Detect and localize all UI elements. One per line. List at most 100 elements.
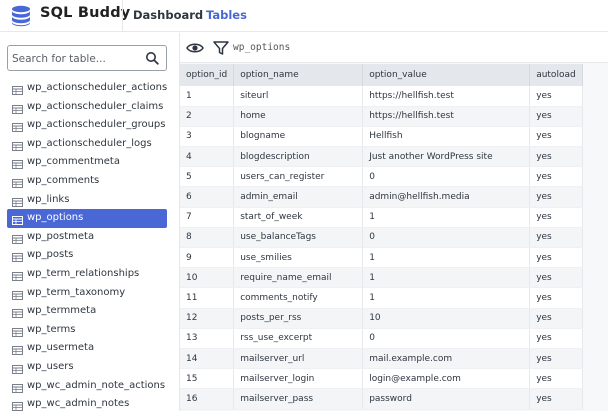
sidebar-table-label: wp_wc_admin_note_actions bbox=[27, 379, 166, 391]
sidebar-table-item[interactable]: wp_wc_admin_notes bbox=[7, 395, 167, 411]
table-row[interactable]: 5 users_can_register 0 yes bbox=[180, 166, 583, 188]
table-search-input[interactable] bbox=[12, 50, 140, 68]
sidebar-table-label: wp_comments bbox=[27, 174, 100, 186]
table-row[interactable]: 10 require_name_email 1 yes bbox=[180, 267, 583, 289]
sidebar-table-item[interactable]: wp_postmeta bbox=[7, 228, 167, 247]
table-cell: blogname bbox=[233, 126, 364, 148]
table-cell: yes bbox=[529, 388, 583, 410]
table-row[interactable]: 15 mailserver_login login@example.com yes bbox=[180, 368, 583, 390]
table-icon bbox=[12, 103, 23, 114]
table-browser: wp_options option_id option_name option_va… bbox=[180, 33, 608, 411]
sidebar-table-item[interactable]: wp_wc_admin_note_actions bbox=[7, 377, 167, 396]
table-icon bbox=[12, 251, 23, 263]
table-icon bbox=[12, 400, 23, 411]
table-icon bbox=[12, 270, 23, 281]
table-icon bbox=[12, 140, 23, 151]
table-cell: mailserver_pass bbox=[233, 388, 364, 410]
table-row[interactable]: 13 rss_use_excerpt 0 yes bbox=[180, 328, 583, 349]
sidebar-table-item[interactable]: wp_users bbox=[7, 358, 167, 377]
table-cell: https://hellfish.test bbox=[362, 106, 531, 127]
table-icon bbox=[12, 233, 23, 244]
database-icon bbox=[12, 5, 30, 27]
eye-icon[interactable] bbox=[184, 38, 206, 58]
search-icon[interactable] bbox=[145, 51, 159, 65]
sidebar-table-item[interactable]: wp_terms bbox=[7, 321, 167, 340]
sidebar-table-item[interactable]: wp_options bbox=[7, 209, 167, 228]
table-cell: Just another WordPress site bbox=[362, 146, 531, 168]
table-cell: 12 bbox=[180, 308, 235, 329]
table-icon bbox=[12, 344, 23, 356]
column-header[interactable]: option_name bbox=[233, 64, 364, 86]
sidebar-table-label: wp_users bbox=[27, 360, 74, 372]
nav-tab-tables[interactable]: Tables bbox=[206, 0, 247, 32]
table-cell: 2 bbox=[180, 106, 235, 127]
sidebar-table-label: wp_actionscheduler_claims bbox=[27, 100, 164, 112]
table-cell: users_can_register bbox=[233, 166, 364, 188]
table-row[interactable]: 14 mailserver_url mail.example.com yes bbox=[180, 348, 583, 370]
table-row[interactable]: 2 home https://hellfish.test yes bbox=[180, 106, 583, 127]
grid-body: 1 siteurl https://hellfish.test yes 2 home htt… bbox=[180, 86, 583, 410]
table-row[interactable]: 16 mailserver_pass password yes bbox=[180, 388, 583, 410]
table-row[interactable]: 11 comments_notify 1 yes bbox=[180, 287, 583, 309]
column-header[interactable]: option_value bbox=[362, 64, 531, 86]
sidebar-table-item[interactable]: wp_comments bbox=[7, 172, 167, 191]
table-cell: admin@hellfish.media bbox=[362, 186, 531, 208]
table-row[interactable]: 4 blogdescription Just another WordPress s… bbox=[180, 146, 583, 168]
table-cell: https://hellfish.test bbox=[362, 86, 531, 107]
table-cell: use_balanceTags bbox=[233, 227, 364, 249]
sidebar-table-label: wp_wc_admin_notes bbox=[27, 398, 130, 410]
table-cell: 0 bbox=[362, 227, 531, 249]
table-cell: admin_email bbox=[233, 186, 364, 208]
table-row[interactable]: 1 siteurl https://hellfish.test yes bbox=[180, 86, 583, 107]
table-row[interactable]: 8 use_balanceTags 0 yes bbox=[180, 227, 583, 249]
sidebar-table-item[interactable]: wp_commentmeta bbox=[7, 153, 167, 172]
table-row[interactable]: 12 posts_per_rss 10 yes bbox=[180, 308, 583, 329]
table-icon bbox=[12, 84, 23, 95]
table-cell: yes bbox=[529, 348, 583, 370]
table-icon bbox=[12, 177, 23, 188]
table-cell: yes bbox=[529, 186, 583, 208]
app-header: SQL Buddy Dashboard Tables bbox=[0, 0, 608, 32]
sidebar-table-item[interactable]: wp_term_taxonomy bbox=[7, 284, 167, 303]
table-cell: 9 bbox=[180, 247, 235, 269]
sidebar-table-item[interactable]: wp_term_relationships bbox=[7, 265, 167, 284]
table-icon bbox=[12, 289, 23, 300]
column-header[interactable]: option_id bbox=[180, 64, 235, 86]
sidebar-table-item[interactable]: wp_posts bbox=[7, 246, 167, 265]
sidebar-table-label: wp_options bbox=[27, 212, 84, 224]
column-header[interactable]: autoload bbox=[529, 64, 583, 86]
sidebar-table-item[interactable]: wp_actionscheduler_logs bbox=[7, 135, 167, 154]
table-cell: 1 bbox=[180, 86, 235, 107]
table-cell: 14 bbox=[180, 348, 235, 370]
table-cell: password bbox=[362, 388, 531, 410]
table-cell: siteurl bbox=[233, 86, 364, 107]
table-row[interactable]: 7 start_of_week 1 yes bbox=[180, 207, 583, 228]
table-cell: yes bbox=[529, 146, 583, 168]
table-icon bbox=[12, 121, 23, 133]
sidebar-table-item[interactable]: wp_actionscheduler_groups bbox=[7, 116, 167, 135]
sidebar-table-item[interactable]: wp_links bbox=[7, 191, 167, 210]
sidebar-table-label: wp_actionscheduler_actions bbox=[27, 82, 168, 93]
sidebar-table-item[interactable]: wp_usermeta bbox=[7, 339, 167, 358]
table-cell: 16 bbox=[180, 388, 235, 410]
table-toolbar: wp_options bbox=[180, 33, 608, 63]
table-row[interactable]: 9 use_smilies 1 yes bbox=[180, 247, 583, 269]
filter-icon[interactable] bbox=[210, 38, 232, 58]
table-search bbox=[7, 45, 167, 71]
table-row[interactable]: 6 admin_email admin@hellfish.media yes bbox=[180, 186, 583, 208]
table-icon bbox=[12, 363, 23, 374]
grid-header-row: option_id option_name option_value autoload bbox=[180, 64, 583, 86]
table-row[interactable]: 3 blogname Hellfish yes bbox=[180, 126, 583, 148]
sidebar-table-label: wp_terms bbox=[27, 323, 76, 335]
table-cell: mail.example.com bbox=[362, 348, 531, 370]
current-table-name: wp_options bbox=[233, 42, 291, 53]
data-grid: option_id option_name option_value autoload… bbox=[180, 64, 583, 410]
sidebar-table-item[interactable]: wp_actionscheduler_claims bbox=[7, 98, 167, 117]
sidebar-table-label: wp_termmeta bbox=[27, 305, 97, 317]
sidebar-table-item[interactable]: wp_termmeta bbox=[7, 302, 167, 321]
table-icon bbox=[12, 326, 23, 337]
nav-tab-dashboard[interactable]: Dashboard bbox=[133, 0, 203, 32]
table-cell: 15 bbox=[180, 368, 235, 390]
sidebar-table-item[interactable]: wp_actionscheduler_actions bbox=[7, 79, 167, 98]
table-icon bbox=[12, 307, 23, 319]
